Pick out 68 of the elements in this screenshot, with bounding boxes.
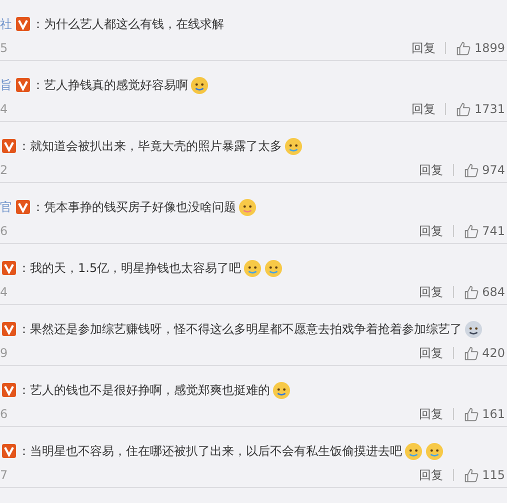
like-button[interactable]: 974: [464, 162, 505, 178]
colon-separator: ：: [18, 442, 30, 460]
comment-time: 6: [0, 224, 8, 238]
reply-link[interactable]: 回复: [419, 162, 444, 178]
emoji-icon: [272, 380, 291, 400]
colon-separator: ：: [18, 320, 30, 338]
verified-badge-icon: [2, 322, 16, 336]
comment-text: 我的天，1.5亿，明星挣钱也太容易了吧: [30, 260, 242, 276]
thumbs-up-icon: [464, 468, 480, 482]
verified-badge-icon: [2, 444, 16, 458]
thumbs-up-icon: [464, 284, 480, 300]
emoji-icon: [284, 136, 303, 156]
comment-text: 为什么艺人都这么有钱，在线求解: [44, 16, 224, 32]
thumbs-up-icon: [464, 224, 480, 238]
like-button[interactable]: 1899: [456, 40, 505, 56]
colon-separator: ：: [18, 382, 30, 398]
reply-link[interactable]: 回复: [419, 466, 444, 484]
user-name[interactable]: 官: [0, 198, 12, 216]
colon-separator: ：: [18, 138, 30, 154]
like-button[interactable]: 684: [464, 284, 505, 300]
comment-text: 凭本事挣的钱买房子好像也没啥问题: [44, 198, 236, 216]
emoji-icon: [264, 258, 284, 278]
comment-time: 7: [0, 468, 8, 482]
reply-link[interactable]: 回复: [419, 344, 444, 362]
emoji-icon: [425, 442, 444, 460]
like-button[interactable]: 420: [464, 346, 505, 360]
verified-badge-icon: [2, 139, 16, 153]
colon-separator: ：: [32, 16, 44, 32]
emoji-icon: [243, 258, 262, 278]
verified-badge-icon: [16, 200, 30, 214]
comment-time: 4: [0, 285, 8, 299]
like-button[interactable]: 1731: [456, 102, 505, 116]
colon-separator: ：: [18, 260, 30, 276]
colon-separator: ：: [32, 198, 44, 216]
emoji-icon: [404, 442, 423, 460]
emoji-icon: [190, 76, 209, 94]
like-button[interactable]: 741: [464, 224, 505, 238]
comment-text: 就知道会被扒出来，毕竟大壳的照片暴露了太多: [30, 138, 282, 154]
like-button[interactable]: 115: [464, 468, 505, 482]
comment-text: 当明星也不容易，住在哪还被扒了出来，以后不会有私生饭偷摸进去吧: [30, 442, 402, 460]
verified-badge-icon: [16, 78, 30, 92]
verified-badge-icon: [16, 17, 30, 31]
comment-text: 艺人的钱也不是很好挣啊，感觉郑爽也挺难的: [30, 382, 270, 398]
comment-text: 艺人挣钱真的感觉好容易啊: [44, 76, 188, 94]
like-button[interactable]: 161: [464, 406, 505, 422]
reply-link[interactable]: 回复: [419, 406, 444, 422]
reply-link[interactable]: 回复: [419, 222, 444, 240]
verified-badge-icon: [2, 261, 16, 275]
comment-time: 6: [0, 407, 8, 421]
comment-time: 2: [0, 163, 8, 177]
colon-separator: ：: [32, 76, 44, 94]
emoji-icon: [238, 198, 257, 216]
comment-time: 9: [0, 346, 8, 360]
user-name[interactable]: 社: [0, 16, 12, 32]
thumbs-up-icon: [464, 346, 480, 360]
comment-time: 5: [0, 41, 8, 55]
thumbs-up-icon: [464, 406, 480, 422]
reply-link[interactable]: 回复: [411, 100, 436, 118]
thumbs-up-icon: [456, 102, 472, 116]
verified-badge-icon: [2, 383, 16, 397]
comment-text: 果然还是参加综艺赚钱呀，怪不得这么多明星都不愿意去拍戏争着抢着参加综艺了: [30, 320, 462, 338]
thumbs-up-icon: [456, 40, 472, 56]
user-name[interactable]: 旨: [0, 76, 12, 94]
comment-time: 4: [0, 102, 8, 116]
reply-link[interactable]: 回复: [419, 284, 444, 300]
thumbs-up-icon: [464, 162, 480, 178]
reply-link[interactable]: 回复: [411, 40, 436, 56]
emoji-icon: [464, 320, 483, 338]
